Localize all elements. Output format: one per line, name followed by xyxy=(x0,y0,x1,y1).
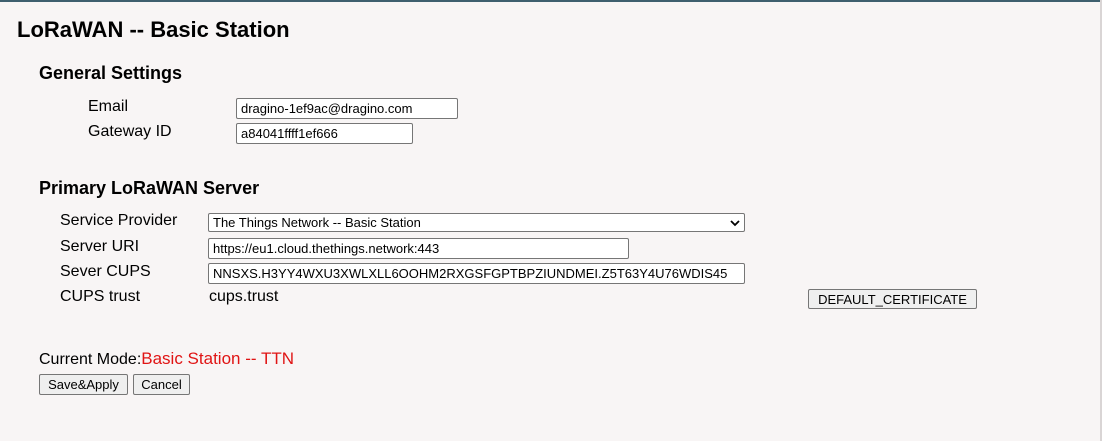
gateway-id-label: Gateway ID xyxy=(88,123,172,140)
current-mode: Current Mode:Basic Station -- TTN xyxy=(39,349,294,369)
email-field[interactable] xyxy=(236,98,458,119)
cups-trust-value: cups.trust xyxy=(209,288,279,305)
chevron-down-icon xyxy=(730,215,740,230)
current-mode-value: Basic Station -- TTN xyxy=(141,349,294,368)
general-settings-heading: General Settings xyxy=(39,63,183,83)
service-provider-selected: The Things Network -- Basic Station xyxy=(213,215,421,230)
email-label: Email xyxy=(88,98,129,115)
server-uri-field[interactable] xyxy=(208,238,629,259)
default-certificate-button[interactable]: DEFAULT_CERTIFICATE xyxy=(808,289,977,309)
top-border xyxy=(0,0,1102,2)
sever-cups-field[interactable] xyxy=(208,263,745,284)
gateway-id-field[interactable] xyxy=(236,123,413,144)
cups-trust-label: CUPS trust xyxy=(60,288,141,305)
service-provider-select[interactable]: The Things Network -- Basic Station xyxy=(208,213,745,232)
service-provider-label: Service Provider xyxy=(60,212,178,229)
server-uri-label: Server URI xyxy=(60,238,140,255)
primary-server-heading: Primary LoRaWAN Server xyxy=(39,178,260,198)
page-title: LoRaWAN -- Basic Station xyxy=(17,17,290,42)
save-apply-button[interactable]: Save&Apply xyxy=(39,374,128,395)
current-mode-label: Current Mode: xyxy=(39,351,142,368)
sever-cups-label: Sever CUPS xyxy=(60,263,151,280)
cancel-button[interactable]: Cancel xyxy=(133,374,190,395)
